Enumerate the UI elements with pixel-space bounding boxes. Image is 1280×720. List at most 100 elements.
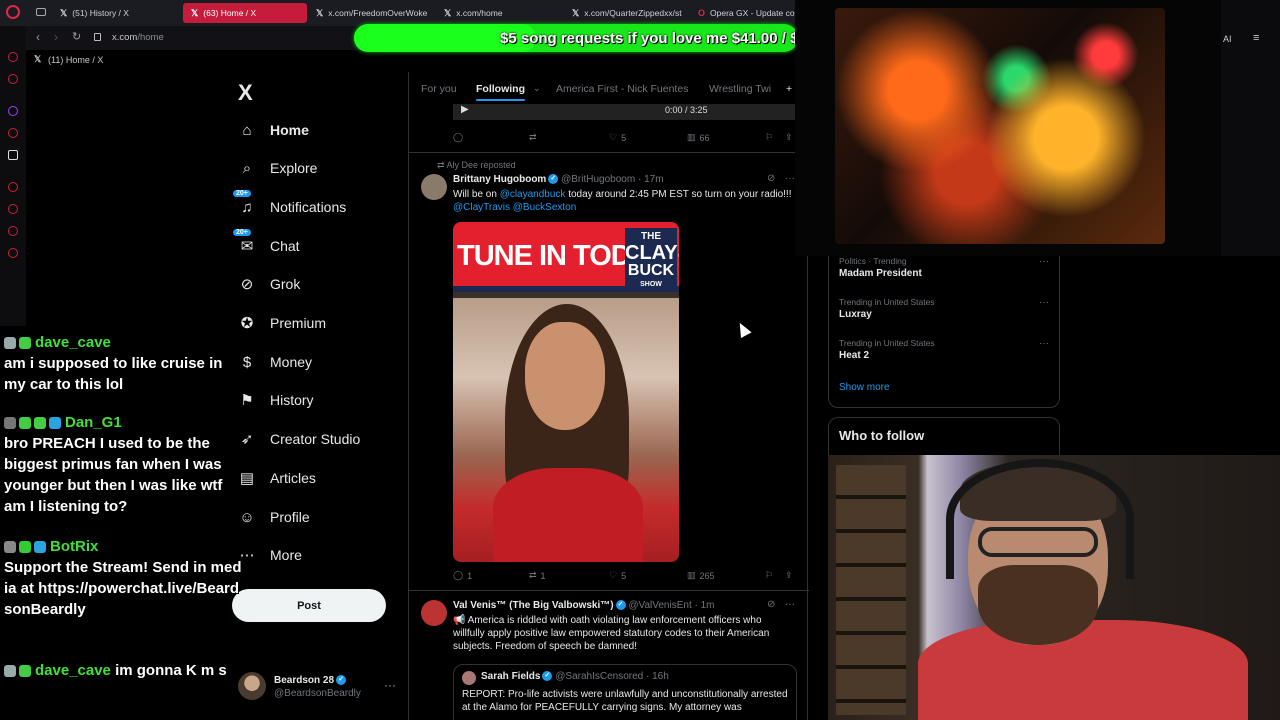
- quote-text: REPORT: Pro-life activists were unlawful…: [462, 689, 788, 713]
- views-icon: ▥: [687, 132, 696, 142]
- sidebar-app-icon[interactable]: [8, 226, 18, 236]
- views-button[interactable]: ▥ 265: [687, 570, 715, 581]
- avatar[interactable]: [421, 174, 447, 200]
- chat-text: bro PREACH I used to be the biggest prim…: [4, 435, 223, 515]
- grok-icon: ⊘: [240, 276, 254, 293]
- browser-tab[interactable]: 𝕏x.com/FreedomOverWoke: [308, 3, 432, 23]
- reply-icon: ◯: [453, 570, 464, 580]
- history-icon[interactable]: [8, 204, 18, 214]
- tabs-icon[interactable]: [36, 8, 46, 16]
- account-name: Beardson 28 ✓: [274, 675, 347, 686]
- add-tab-button[interactable]: +: [786, 83, 792, 95]
- webcam-overlay: [828, 455, 1280, 720]
- nav-more[interactable]: ⋯ More: [238, 540, 302, 570]
- browser-tab[interactable]: 𝕏 (51) History / X: [52, 3, 182, 23]
- bookmark-icon[interactable]: ⚐: [765, 570, 773, 581]
- nav-home[interactable]: ⌂ Home: [238, 115, 308, 145]
- browser-tab[interactable]: 𝕏x.com/QuarterZippedxx/st: [564, 3, 688, 23]
- more-icon[interactable]: ···: [785, 599, 795, 610]
- views-button[interactable]: ▥ 66: [687, 132, 710, 143]
- x-icon: 𝕏: [316, 7, 324, 18]
- nav-money[interactable]: $ Money: [238, 347, 312, 377]
- more-icon[interactable]: ···: [1039, 256, 1049, 267]
- nav-grok[interactable]: ⊘ Grok: [238, 269, 301, 299]
- mention-link[interactable]: @clayandbuck: [500, 189, 566, 200]
- nav-creator-studio[interactable]: ➶ Creator Studio: [238, 424, 361, 454]
- more-icon[interactable]: ···: [785, 173, 795, 184]
- sidebar-app-icon[interactable]: [8, 182, 18, 192]
- post-button[interactable]: Post: [232, 589, 386, 622]
- nav-notifications[interactable]: ♫ 20+ Notifications: [232, 189, 346, 222]
- browser-tab[interactable]: 𝕏x.com/home: [436, 3, 560, 23]
- browser-tab-active[interactable]: 𝕏 (63) Home / X: [183, 3, 307, 23]
- grok-icon[interactable]: ⊘: [767, 173, 775, 184]
- nav-chat[interactable]: ✉ 20+ Chat: [232, 228, 300, 261]
- avatar[interactable]: [421, 600, 447, 626]
- tweet-author[interactable]: Val Venis™ (The Big Valbowski™) ✓ @ValVen…: [453, 600, 715, 611]
- like-button[interactable]: ♡ 5: [609, 570, 626, 581]
- url-field[interactable]: x.com/home: [112, 32, 164, 43]
- chat-username: dave_cave: [35, 334, 111, 351]
- trend-item[interactable]: Madam President: [839, 268, 922, 279]
- heart-icon: ♡: [609, 570, 618, 580]
- sidebar-app-icon[interactable]: [8, 74, 18, 84]
- donation-goal-bar: $5 song requests if you love me $41.00 /…: [354, 24, 798, 52]
- video-player-controls[interactable]: 0:00 / 3:25 ▶: [453, 104, 797, 120]
- share-icon[interactable]: ⇪: [785, 132, 793, 143]
- forward-icon[interactable]: ›: [54, 30, 58, 44]
- sidebar-app-icon[interactable]: [8, 128, 18, 138]
- trend-item[interactable]: Luxray: [839, 309, 872, 320]
- verified-icon: ✓: [615, 600, 626, 611]
- back-icon[interactable]: ‹: [36, 30, 40, 44]
- mention-link[interactable]: @ClayTravis @BuckSexton: [453, 202, 576, 213]
- nav-premium[interactable]: ✪ Premium: [238, 308, 326, 338]
- share-icon[interactable]: ⇪: [785, 570, 793, 581]
- ai-icon[interactable]: AI: [1223, 34, 1232, 44]
- reload-icon[interactable]: ↻: [72, 30, 81, 43]
- tab-for-you[interactable]: For you: [421, 83, 457, 95]
- settings-icon[interactable]: [8, 248, 18, 258]
- tab-america-first[interactable]: America First - Nick Fuentes: [556, 83, 688, 95]
- album-art-overlay: [795, 0, 1221, 256]
- home-icon: ⌂: [242, 121, 252, 139]
- secondary-tab[interactable]: 𝕏 (11) Home / X: [26, 50, 406, 70]
- account-switcher[interactable]: Beardson 28 ✓ @BeardsonBeardly ···: [238, 672, 408, 704]
- account-more-icon[interactable]: ···: [384, 678, 396, 692]
- chevron-down-icon[interactable]: ⌄: [533, 83, 541, 94]
- opera-logo-icon[interactable]: [6, 5, 20, 19]
- tab-following[interactable]: Following: [476, 83, 525, 101]
- reply-button[interactable]: ◯ 1: [453, 570, 472, 581]
- bookmark-icon[interactable]: ⚐: [765, 132, 773, 143]
- nav-history[interactable]: ⚑ History: [238, 385, 313, 415]
- nav-profile[interactable]: ☺ Profile: [238, 502, 309, 532]
- more-icon[interactable]: ···: [1039, 338, 1049, 349]
- tweet-author[interactable]: Brittany Hugoboom ✓ @BritHugoboom · 17m: [453, 174, 664, 185]
- x-sidebar-icon[interactable]: [8, 150, 18, 160]
- chat-badge-icon: [4, 417, 16, 430]
- trend-item[interactable]: Heat 2: [839, 350, 869, 361]
- nav-articles[interactable]: ▤ Articles: [238, 463, 316, 493]
- play-icon[interactable]: ▶: [461, 104, 469, 115]
- donation-text: $5 song requests if you love me $41.00 /…: [500, 30, 798, 47]
- tab-wrestling[interactable]: Wrestling Twi: [709, 83, 771, 95]
- repost-icon[interactable]: ⇄: [529, 132, 537, 143]
- quoted-tweet[interactable]: Sarah Fields ✓ @SarahIsCensored · 16h REP…: [453, 664, 797, 720]
- nav-explore[interactable]: ⌕ Explore: [238, 153, 318, 183]
- more-icon[interactable]: ···: [1039, 297, 1049, 308]
- repost-button[interactable]: ⇄ 1: [529, 570, 546, 581]
- reply-icon[interactable]: ◯: [453, 132, 463, 143]
- notification-badge: 20+: [232, 189, 252, 198]
- tweet-image[interactable]: TUNE IN TODAY THE CLAY& BUCK SHOW: [453, 222, 679, 562]
- opera-sidebar: [0, 26, 26, 326]
- like-button[interactable]: ♡ 5: [609, 132, 626, 143]
- bookshelf: [836, 465, 906, 715]
- browser-tab[interactable]: O Opera GX - Update co: [690, 3, 796, 23]
- menu-icon[interactable]: ≡: [1253, 32, 1259, 44]
- show-more-link[interactable]: Show more: [839, 382, 890, 393]
- sidebar-app-icon[interactable]: [8, 52, 18, 62]
- photo: [453, 298, 679, 562]
- x-logo-icon[interactable]: X: [238, 80, 253, 106]
- chat-username: BotRix: [50, 538, 99, 555]
- twitch-icon[interactable]: [8, 106, 18, 116]
- grok-icon[interactable]: ⊘: [767, 599, 775, 610]
